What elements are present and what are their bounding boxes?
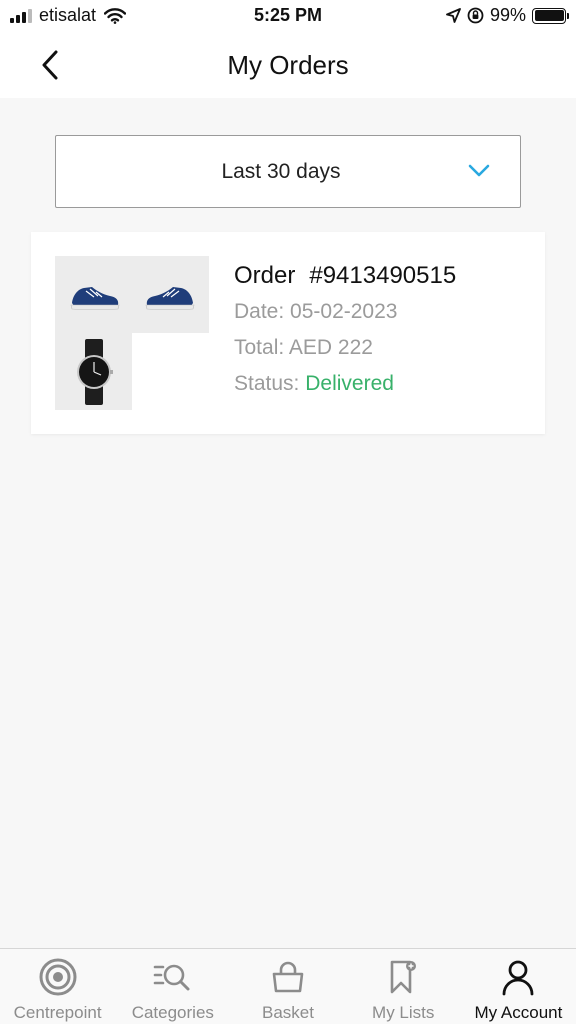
tab-label: Basket <box>262 1003 314 1022</box>
page-title: My Orders <box>227 50 349 80</box>
order-number-line: Order #9413490515 <box>234 262 456 290</box>
status-label: Status: <box>234 372 300 395</box>
location-arrow-icon <box>446 8 461 23</box>
order-number: #9413490515 <box>309 262 457 289</box>
order-date-line: Date: 05-02-2023 <box>234 300 456 324</box>
tab-basket[interactable]: Basket <box>230 949 345 1024</box>
user-icon <box>503 960 534 996</box>
status-bar: etisalat 5:25 PM 99% <box>0 0 576 32</box>
order-item-thumbnails <box>55 256 209 410</box>
chevron-down-icon <box>468 164 490 177</box>
navigation-bar: My Orders <box>0 32 576 98</box>
orientation-lock-icon <box>467 7 484 24</box>
tab-centrepoint[interactable]: Centrepoint <box>0 949 115 1024</box>
target-icon <box>39 958 77 996</box>
total-label: Total: <box>234 336 285 359</box>
order-date: 05-02-2023 <box>290 300 398 323</box>
date-label: Date: <box>234 300 285 323</box>
order-details: Order #9413490515 Date: 05-02-2023 Total:… <box>234 262 456 408</box>
tab-label: My Lists <box>372 1003 435 1022</box>
basket-icon <box>272 961 304 993</box>
date-range-value: Last 30 days <box>221 160 341 183</box>
order-label: Order <box>234 262 296 289</box>
watch-image <box>55 333 132 410</box>
battery-percentage: 99% <box>489 5 526 25</box>
tab-label: My Account <box>474 1003 563 1022</box>
categories-search-icon <box>153 964 190 991</box>
tab-label: Categories <box>131 1003 214 1022</box>
sneaker-image <box>55 256 132 333</box>
order-status-line: Status: Delivered <box>234 372 456 396</box>
battery-icon <box>532 7 569 24</box>
tab-label: Centrepoint <box>13 1003 102 1022</box>
order-status: Delivered <box>305 372 394 395</box>
date-range-dropdown[interactable]: Last 30 days <box>55 135 521 208</box>
order-total-line: Total: AED 222 <box>234 336 456 360</box>
tab-my-lists[interactable]: My Lists <box>346 949 461 1024</box>
tab-my-account[interactable]: My Account <box>461 949 576 1024</box>
sneaker-image <box>132 256 209 333</box>
tab-categories[interactable]: Categories <box>115 949 230 1024</box>
bookmark-icon <box>390 960 417 994</box>
order-total: AED 222 <box>288 336 373 359</box>
bottom-tab-bar: Centrepoint Categories Basket My Lists M… <box>0 948 576 1024</box>
order-card[interactable]: Order #9413490515 Date: 05-02-2023 Total:… <box>31 232 545 434</box>
